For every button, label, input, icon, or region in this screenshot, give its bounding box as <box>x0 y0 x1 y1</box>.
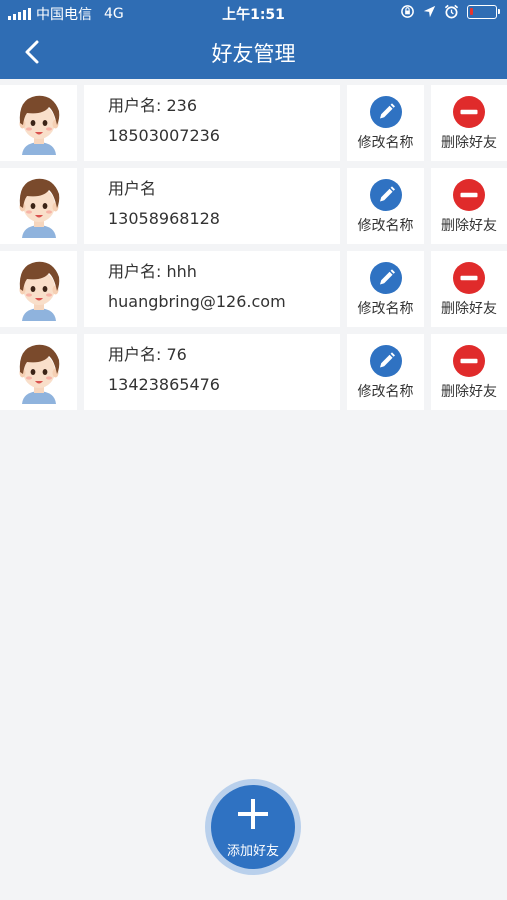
plus-icon <box>238 799 268 829</box>
contact-label: 13058968128 <box>108 209 220 228</box>
avatar-cell <box>0 85 77 161</box>
pencil-icon <box>369 262 402 294</box>
page-title: 好友管理 <box>211 42 296 66</box>
add-friend-inner: 添加好友 <box>211 785 295 869</box>
minus-circle-icon <box>453 179 485 211</box>
delete-label: 删除好友 <box>441 384 497 400</box>
battery-level <box>470 7 473 15</box>
delete-label: 删除好友 <box>441 218 497 234</box>
friend-list: (function(){ var d = JSON.parse(document… <box>0 85 507 417</box>
friend-info: 用户名: 76 13423865476 <box>84 334 340 410</box>
avatar-cell <box>0 251 77 327</box>
pencil-icon <box>369 179 402 211</box>
delete-friend-button[interactable]: 删除好友 <box>431 334 507 410</box>
friend-info: 用户名 13058968128 <box>84 168 340 244</box>
contact-label: 13423865476 <box>108 375 220 394</box>
delete-friend-button[interactable]: 删除好友 <box>431 251 507 327</box>
minus-circle-icon <box>453 96 485 128</box>
rename-label: 修改名称 <box>357 384 414 400</box>
username-label: 用户名: 76 <box>108 345 187 364</box>
avatar <box>19 95 60 155</box>
contact-label: huangbring@126.com <box>108 292 286 311</box>
battery-icon <box>467 4 500 19</box>
username-label: 用户名 <box>108 179 157 198</box>
avatar-cell <box>0 334 77 410</box>
rename-label: 修改名称 <box>357 135 414 151</box>
rename-label: 修改名称 <box>357 218 414 234</box>
friend-row: 用户名 13058968128 修改名称 删除好友 <box>0 168 507 246</box>
delete-friend-button[interactable]: 删除好友 <box>431 168 507 244</box>
chevron-left-icon <box>25 40 39 64</box>
status-right <box>400 4 500 19</box>
username-label: 用户名: 236 <box>108 96 198 115</box>
location-icon <box>423 5 436 18</box>
status-bar: 中国电信 4G 上午1:51 <box>0 0 507 26</box>
minus-circle-icon <box>453 345 485 377</box>
avatar-cell <box>0 168 77 244</box>
minus-circle-icon <box>453 262 485 294</box>
friend-row: 用户名: 76 13423865476 修改名称 删除好友 <box>0 334 507 412</box>
avatar <box>19 261 60 321</box>
pencil-icon <box>369 345 402 377</box>
add-friend-label: 添加好友 <box>226 844 279 859</box>
rename-button[interactable]: 修改名称 <box>347 85 424 161</box>
avatar <box>19 344 60 404</box>
contact-label: 18503007236 <box>108 126 220 145</box>
delete-label: 删除好友 <box>441 301 497 317</box>
pencil-icon <box>369 96 402 128</box>
add-friend-button[interactable]: 添加好友 <box>205 779 301 875</box>
delete-friend-button[interactable]: 删除好友 <box>431 85 507 161</box>
nav-bar: 好友管理 <box>0 26 507 79</box>
rename-button[interactable]: 修改名称 <box>347 334 424 410</box>
alarm-icon <box>444 4 459 19</box>
username-label: 用户名: hhh <box>108 262 197 281</box>
back-button[interactable] <box>18 37 48 67</box>
avatar <box>19 178 60 238</box>
rename-label: 修改名称 <box>357 301 414 317</box>
friend-row: 用户名: 236 18503007236 修改名称 删除好友 <box>0 85 507 163</box>
friend-info: 用户名: 236 18503007236 <box>84 85 340 161</box>
friend-row: 用户名: hhh huangbring@126.com 修改名称 删除好友 <box>0 251 507 329</box>
friend-info: 用户名: hhh huangbring@126.com <box>84 251 340 327</box>
orientation-lock-icon <box>401 5 414 18</box>
rename-button[interactable]: 修改名称 <box>347 251 424 327</box>
rename-button[interactable]: 修改名称 <box>347 168 424 244</box>
delete-label: 删除好友 <box>441 135 497 151</box>
